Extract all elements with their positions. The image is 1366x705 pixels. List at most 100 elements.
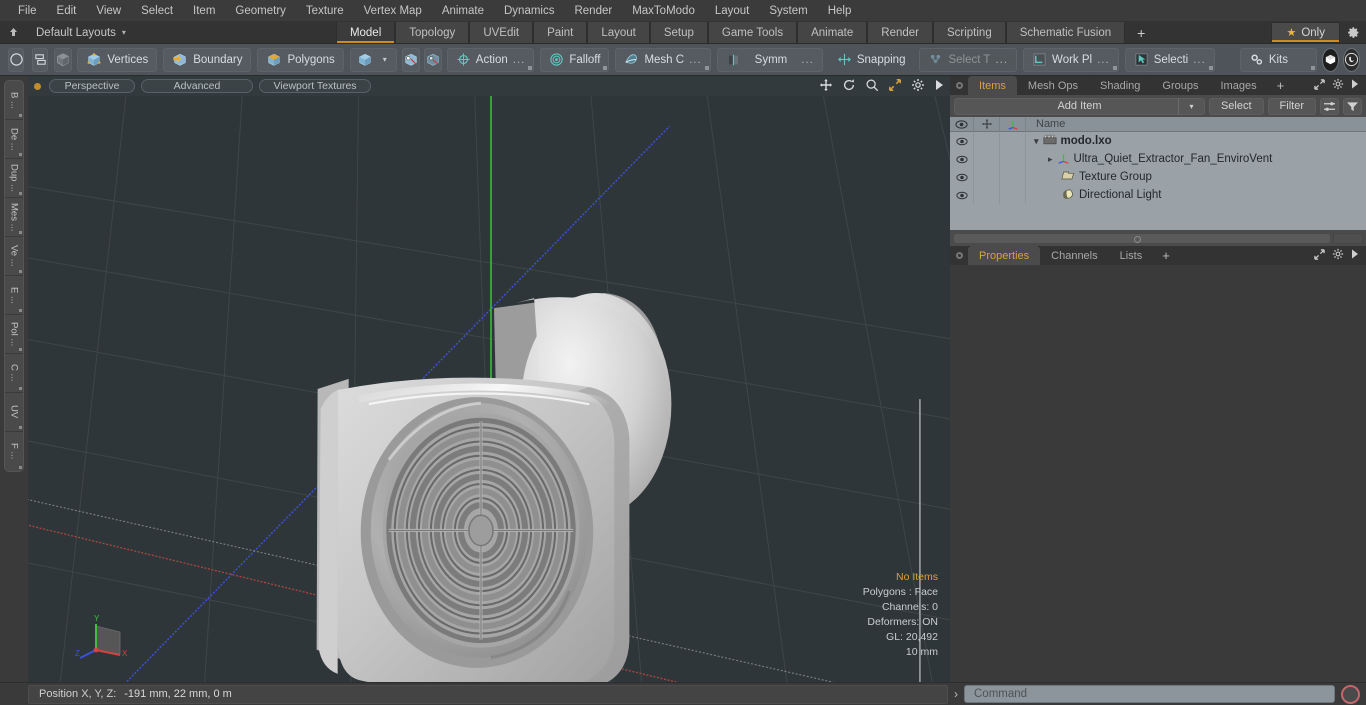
row-visibility-toggle[interactable] [950, 186, 974, 204]
home-arrow-icon[interactable] [0, 22, 26, 43]
move-icon[interactable] [819, 78, 833, 95]
menu-item-layout[interactable]: Layout [705, 0, 760, 22]
tab-items[interactable]: Items [968, 76, 1017, 95]
snapping-button[interactable]: Snapping [829, 48, 914, 72]
list-item[interactable]: Texture Group [1026, 170, 1152, 184]
list-item[interactable]: Directional Light [1026, 188, 1161, 203]
sphere-pin-tool[interactable] [401, 47, 420, 72]
polygons-mode[interactable]: Polygons [257, 47, 344, 72]
tab-model[interactable]: Model [335, 22, 396, 43]
funnel-icon[interactable] [1343, 97, 1362, 115]
left-tab-edge[interactable]: E ... [5, 276, 23, 315]
viewport-3d-canvas[interactable]: No Items Polygons : Face Channels: 0 Def… [28, 96, 950, 682]
cube-mode-dropdown[interactable]: ▾ [349, 47, 397, 72]
menu-item-texture[interactable]: Texture [296, 0, 354, 22]
menu-item-system[interactable]: System [759, 0, 817, 22]
tab-scripting[interactable]: Scripting [932, 22, 1006, 43]
table-row[interactable]: ▸ Ultra_Quiet_Extractor_Fan_EnviroVent [950, 150, 1366, 168]
gear-icon[interactable] [1332, 248, 1344, 263]
gear-icon[interactable] [1340, 22, 1366, 43]
unreal-bridge-button[interactable] [1342, 47, 1360, 72]
row-shading-cell[interactable] [1000, 186, 1026, 204]
tab-schematic-fusion[interactable]: Schematic Fusion [1005, 22, 1126, 43]
row-transform-cell[interactable] [974, 168, 1000, 186]
record-circle-icon[interactable] [1341, 684, 1360, 704]
menu-item-vertex-map[interactable]: Vertex Map [354, 0, 432, 22]
rotate-icon[interactable] [842, 78, 856, 95]
list-options-icon[interactable] [1320, 97, 1339, 115]
viewport-textures-dropdown[interactable]: Viewport Textures [259, 79, 371, 93]
gear-icon[interactable] [1332, 78, 1344, 93]
tab-lists[interactable]: Lists [1108, 246, 1154, 265]
chevron-right-icon[interactable]: ▸ [1048, 154, 1053, 165]
expand-icon[interactable] [1314, 78, 1325, 93]
left-tab-basic[interactable]: B ... [5, 81, 23, 120]
row-shading-cell[interactable] [1000, 168, 1026, 186]
row-shading-cell[interactable] [1000, 150, 1026, 168]
left-tab-uv[interactable]: UV [5, 393, 23, 432]
fit-arrows-icon[interactable] [888, 78, 902, 95]
only-toggle-button[interactable]: ★ Only [1271, 22, 1340, 43]
item-mode-button[interactable] [54, 47, 73, 72]
left-tab-vertex[interactable]: Ve ... [5, 237, 23, 276]
expand-icon[interactable] [1314, 248, 1325, 263]
add-tab-button[interactable]: + [1125, 22, 1157, 43]
tab-topology[interactable]: Topology [395, 22, 470, 43]
menu-item-animate[interactable]: Animate [432, 0, 494, 22]
menu-item-dynamics[interactable]: Dynamics [494, 0, 564, 22]
menu-item-view[interactable]: View [86, 0, 131, 22]
tab-channels[interactable]: Channels [1040, 246, 1109, 265]
sphere-pin-dark-tool[interactable] [423, 47, 442, 72]
tab-render[interactable]: Render [867, 22, 933, 43]
tab-groups[interactable]: Groups [1151, 76, 1210, 95]
action-center-button[interactable]: Action ... [446, 47, 535, 72]
row-transform-cell[interactable] [974, 132, 1000, 150]
tab-images[interactable]: Images [1209, 76, 1268, 95]
mesh-constraint-button[interactable]: Mesh C ... [615, 47, 711, 72]
vertices-mode[interactable]: Vertices [77, 47, 158, 72]
add-item-dropdown[interactable]: Add Item ▾ [954, 97, 1205, 115]
default-layouts-dropdown[interactable]: Default Layouts ▾ [26, 22, 136, 43]
work-plane-button[interactable]: Work Pl ... [1023, 47, 1119, 72]
menu-item-item[interactable]: Item [183, 0, 225, 22]
menu-item-help[interactable]: Help [818, 0, 862, 22]
items-horizontal-scrollbar[interactable] [950, 230, 1366, 246]
tab-mesh-ops[interactable]: Mesh Ops [1016, 76, 1090, 95]
table-row[interactable]: Directional Light [950, 186, 1366, 204]
menu-item-geometry[interactable]: Geometry [225, 0, 296, 22]
magnifier-icon[interactable] [865, 78, 879, 95]
row-visibility-toggle[interactable] [950, 150, 974, 168]
selection-button[interactable]: Selecti ... [1124, 47, 1215, 72]
left-tab-polygon[interactable]: Pol ... [5, 315, 23, 354]
items-tree[interactable]: ▾ modo.lxo ▸ Ultra_Quiet_Extractor_Fan_E… [950, 132, 1366, 230]
tab-layout[interactable]: Layout [587, 22, 650, 43]
viewport-shading-dropdown[interactable]: Advanced [141, 79, 253, 93]
table-row[interactable]: ▾ modo.lxo [950, 132, 1366, 150]
tab-animate[interactable]: Animate [797, 22, 868, 43]
row-shading-cell[interactable] [1000, 132, 1026, 150]
row-transform-cell[interactable] [974, 150, 1000, 168]
eye-icon[interactable] [950, 116, 974, 132]
list-item[interactable]: ▸ Ultra_Quiet_Extractor_Fan_EnviroVent [1026, 152, 1272, 167]
menu-item-edit[interactable]: Edit [47, 0, 87, 22]
falloff-button[interactable]: Falloff [540, 47, 610, 72]
left-tab-fusion[interactable]: F ... [5, 432, 23, 471]
circle-icon[interactable] [9, 49, 23, 71]
select-button[interactable]: Select [1208, 97, 1264, 115]
menu-item-select[interactable]: Select [131, 0, 183, 22]
mirror-icon[interactable] [33, 49, 47, 71]
select-through-button[interactable]: Select T ... [919, 47, 1018, 72]
play-arrow-icon[interactable] [1351, 249, 1359, 262]
tab-setup[interactable]: Setup [649, 22, 708, 43]
menu-item-maxtomodo[interactable]: MaxToModo [622, 0, 705, 22]
row-visibility-toggle[interactable] [950, 168, 974, 186]
kits-button[interactable]: Kits [1239, 47, 1317, 72]
filter-button[interactable]: Filter [1267, 97, 1316, 115]
scrollbar-end-region[interactable] [1333, 232, 1363, 244]
menu-item-file[interactable]: File [8, 0, 47, 22]
tab-paint[interactable]: Paint [533, 22, 588, 43]
play-arrow-icon[interactable] [934, 79, 944, 94]
tab-game-tools[interactable]: Game Tools [707, 22, 798, 43]
left-tab-curve[interactable]: C ... [5, 354, 23, 393]
tab-properties[interactable]: Properties [968, 246, 1041, 265]
